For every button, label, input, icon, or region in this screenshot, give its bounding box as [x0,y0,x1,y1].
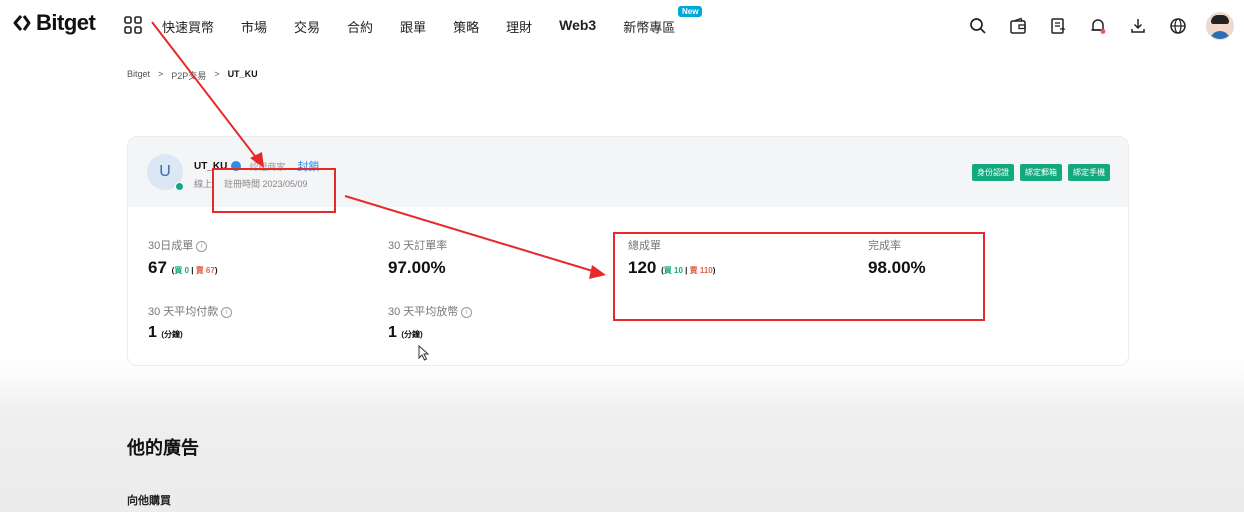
menu-item-new-coins[interactable]: 新幣專區 [623,17,675,36]
ads-section-title: 他的廣告 [127,438,199,458]
menu-item-finance[interactable]: 理財 [506,17,532,36]
breadcrumb-p2p[interactable]: P2P交易 [171,69,206,82]
badge-email: 綁定郵箱 [1020,164,1062,181]
stat-unit: (分鐘) [161,330,183,339]
menu-item-web3[interactable]: Web3 [559,17,596,36]
chevron-right-icon: > [214,69,220,79]
bitget-logo-icon [13,15,31,31]
info-icon[interactable]: i [221,306,233,318]
stat-30d-orders: 30日成單 i 67 (買 0 | 賣 67) [148,240,218,277]
breadcrumb-home[interactable]: Bitget [127,69,150,82]
menu-item-strategy[interactable]: 策略 [453,17,479,36]
menu-item-trade[interactable]: 交易 [294,17,320,36]
breadcrumb-current: UT_KU [227,69,258,79]
menu-item-copy-trading[interactable]: 跟單 [400,17,426,36]
verification-badges: 身份認證 綁定郵箱 綁定手機 [972,164,1110,181]
globe-icon[interactable] [1166,14,1190,38]
annotation-stats-box [613,232,985,321]
info-icon[interactable]: i [196,240,208,252]
logo-text: Bitget [36,10,96,35]
buy-count: 買 0 [174,266,189,275]
wallet-icon[interactable] [1006,14,1030,38]
stat-label: 30日成單 [148,240,194,252]
badge-phone: 綁定手機 [1068,164,1110,181]
main-menu: 快速買幣 市場 交易 合約 跟單 策略 理財 Web3 新幣專區 [162,17,702,36]
user-avatar[interactable] [1206,12,1234,40]
menu-item-futures[interactable]: 合約 [347,17,373,36]
stat-label: 30 天平均放幣 [388,306,459,318]
stat-value: 1 [388,324,397,341]
menu-item-market[interactable]: 市場 [241,17,267,36]
badge-identity: 身份認證 [972,164,1014,181]
buy-from-tab[interactable]: 向他購買 [127,492,171,508]
stat-value: 67 [148,258,167,277]
mouse-cursor-icon [418,345,430,361]
online-status: 線上 [194,179,213,189]
stat-label: 30 天訂單率 [388,240,448,252]
stat-value: 1 [148,324,157,341]
annotation-register-box [212,168,336,213]
stat-value: 97.00% [388,258,446,277]
bitget-logo[interactable]: Bitget [12,10,96,36]
search-icon[interactable] [966,14,990,38]
info-icon[interactable]: i [461,306,473,318]
apps-grid-icon[interactable] [124,16,142,34]
header-actions [966,12,1234,40]
download-icon[interactable] [1126,14,1150,38]
stat-avg-release: 30 天平均放幣 i 1 (分鐘) [388,303,473,342]
new-badge: New [678,6,703,17]
online-status-dot [175,182,184,191]
orders-icon[interactable] [1046,14,1070,38]
bell-icon[interactable] [1086,14,1110,38]
stat-unit: (分鐘) [401,330,423,339]
stat-30d-order-rate: 30 天訂單率 97.00% [388,237,447,278]
stat-label: 30 天平均付款 [148,306,219,318]
stat-avg-payment: 30 天平均付款 i 1 (分鐘) [148,303,233,342]
chevron-right-icon: > [158,69,164,79]
top-nav: Bitget 快速買幣 市場 交易 合約 跟單 策略 理財 Web3 新幣專區 … [0,0,1244,50]
breadcrumb: Bitget > P2P交易 > UT_KU [127,69,258,82]
menu-item-quick-buy[interactable]: 快速買幣 [162,17,214,36]
sell-count: 賣 67 [195,266,215,275]
